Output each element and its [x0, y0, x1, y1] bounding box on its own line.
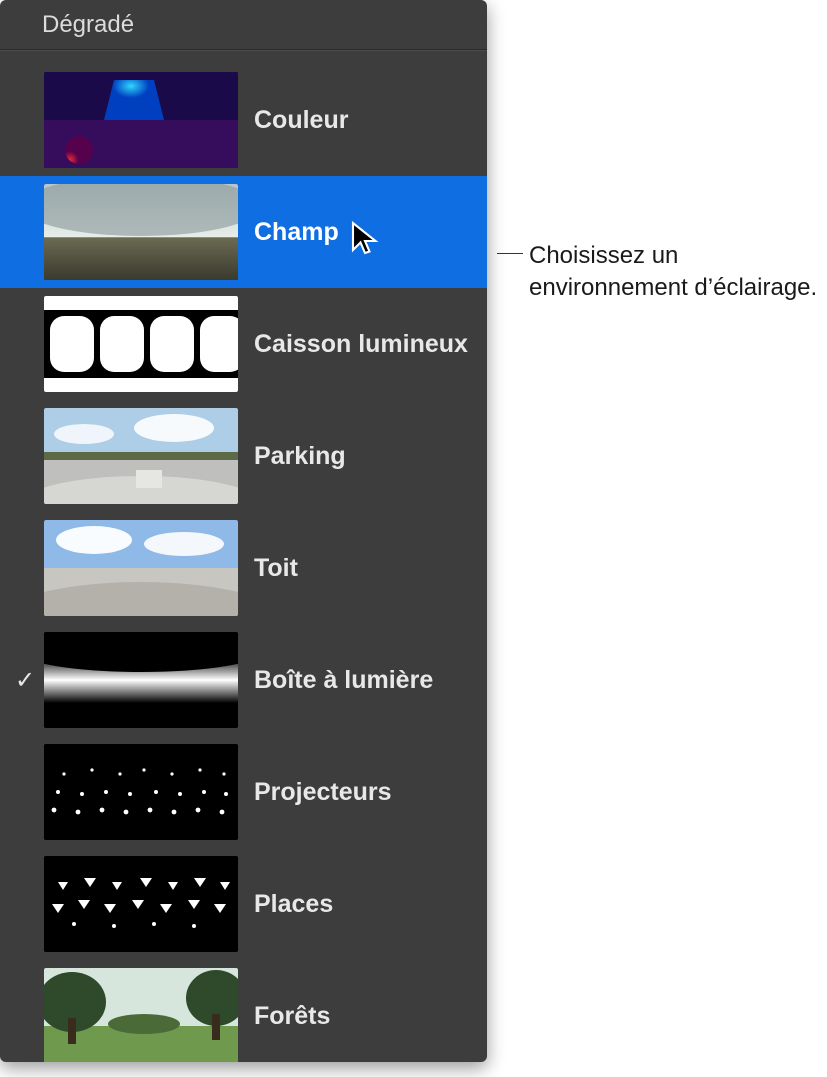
- env-item-forets[interactable]: Forêts: [0, 960, 487, 1062]
- env-label: Forêts: [254, 1002, 330, 1031]
- env-label: Couleur: [254, 106, 348, 135]
- menu-title-label: Dégradé: [42, 11, 134, 39]
- env-label: Projecteurs: [254, 778, 392, 807]
- environment-menu: Dégradé Couleur: [0, 0, 487, 1062]
- env-item-toit[interactable]: Toit: [0, 512, 487, 624]
- env-thumb-toit: [44, 520, 238, 616]
- env-thumb-softbox: [44, 632, 238, 728]
- env-item-boite-a-lumiere[interactable]: ✓ Boîte à lumière: [0, 624, 487, 736]
- environment-list: Couleur Champ: [0, 50, 487, 1062]
- annotation-callout: Choisissez un environnement d’éclairage.: [497, 240, 819, 304]
- env-label: Parking: [254, 442, 346, 471]
- env-item-couleur[interactable]: Couleur: [0, 64, 487, 176]
- env-label: Toit: [254, 554, 298, 583]
- env-thumb-champ: [44, 184, 238, 280]
- env-item-parking[interactable]: Parking: [0, 400, 487, 512]
- env-item-caisson-lumineux[interactable]: Caisson lumineux: [0, 288, 487, 400]
- env-item-champ[interactable]: Champ: [0, 176, 487, 288]
- env-thumb-couleur: [44, 72, 238, 168]
- callout-leader-line: [497, 253, 523, 254]
- env-label: Places: [254, 890, 333, 919]
- env-label: Caisson lumineux: [254, 330, 468, 359]
- env-thumb-projecteurs: [44, 744, 238, 840]
- env-thumb-parking: [44, 408, 238, 504]
- menu-title: Dégradé: [0, 0, 487, 50]
- env-label: Boîte à lumière: [254, 666, 433, 695]
- env-thumb-forets: [44, 968, 238, 1062]
- callout-text: Choisissez un environnement d’éclairage.: [529, 240, 819, 304]
- env-item-places[interactable]: Places: [0, 848, 487, 960]
- env-label: Champ: [254, 218, 339, 247]
- env-thumb-caisson: [44, 296, 238, 392]
- env-thumb-places: [44, 856, 238, 952]
- checkmark-icon: ✓: [6, 666, 44, 695]
- cursor-arrow-icon: [350, 220, 380, 261]
- env-item-projecteurs[interactable]: Projecteurs: [0, 736, 487, 848]
